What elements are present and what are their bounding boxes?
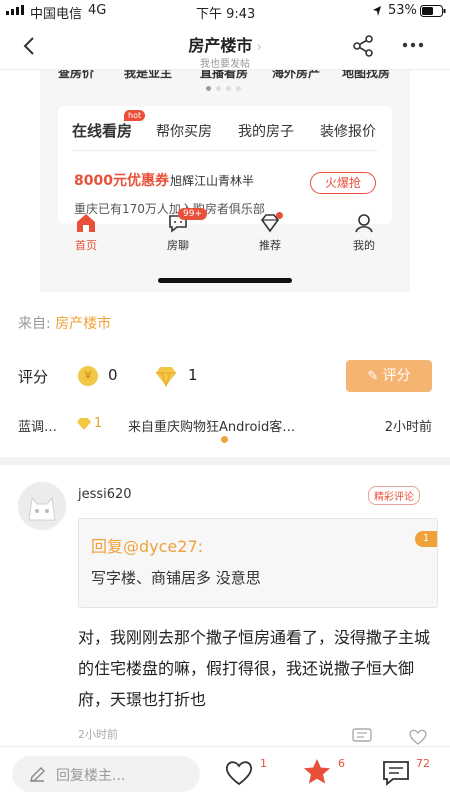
home-indicator	[158, 278, 292, 283]
profile-icon	[355, 214, 373, 233]
coupon-title: 8000元优惠券	[74, 173, 169, 189]
rating-row: 评分 ¥ 0 1 ✎ 评分	[18, 360, 432, 392]
image-tab: 装修报价	[320, 124, 376, 140]
battery-icon	[420, 5, 446, 17]
rate-button-label: 评分	[382, 368, 411, 384]
image-nav-label: 房聊	[167, 239, 189, 252]
rater-gem-count: 1	[94, 416, 103, 431]
reply-input[interactable]: 回复楼主...	[12, 756, 200, 792]
image-nav-label: 推荐	[259, 239, 281, 252]
image-nav-recommend: 推荐	[240, 212, 300, 253]
comment-body: 对，我刚刚去那个撒子恒房通看了，没得撒子主城的住宅楼盘的嘛，假打得很，我还说撒子…	[78, 628, 431, 709]
gem-count: 1	[188, 366, 198, 384]
notification-dot	[276, 212, 283, 219]
carousel-dots	[206, 86, 241, 91]
nav-bar: 房产楼市 › 我也要发帖	[0, 22, 450, 70]
reply-icon[interactable]	[352, 728, 372, 744]
coin-count: 0	[108, 366, 118, 384]
pen-icon	[30, 767, 45, 782]
rating-time: 2小时前	[384, 420, 432, 435]
home-icon	[77, 214, 95, 232]
comment-icon[interactable]	[382, 759, 410, 787]
forum-title[interactable]: 房产楼市 ›	[0, 32, 450, 56]
image-tab: 在线看房	[72, 122, 133, 140]
image-text: 直播看房	[200, 70, 249, 80]
favorite-icon[interactable]	[302, 757, 332, 787]
quote-header: 回复@dyce27:	[91, 537, 204, 556]
rating-label: 评分	[18, 368, 49, 386]
image-nav-chat: 99+ 房聊	[148, 208, 208, 253]
like-count: 1	[260, 757, 267, 770]
comment-username[interactable]: jessi620	[78, 487, 132, 502]
edit-icon: ✎	[367, 369, 379, 384]
image-nav-label: 我的	[353, 239, 375, 252]
coupon-subtitle: 旭辉江山青林半	[170, 174, 255, 188]
section-divider	[0, 457, 450, 465]
image-text: 查房价	[58, 70, 95, 80]
quote-floor-badge: 1	[415, 531, 437, 547]
avatar-icon	[18, 482, 66, 530]
image-text: 地图找房	[342, 70, 391, 80]
coupon-button: 火爆抢	[310, 172, 376, 194]
favorite-count: 6	[338, 757, 345, 770]
bottom-action-bar: 回复楼主... 1 6 72	[0, 746, 450, 800]
like-icon[interactable]	[224, 759, 254, 787]
comment-time: 2小时前	[78, 728, 118, 741]
featured-tag: 精彩评论	[368, 486, 420, 505]
chat-badge: 99+	[178, 208, 207, 220]
battery-percent: 53%	[388, 3, 417, 18]
post-new-link[interactable]: 我也要发帖	[0, 55, 450, 70]
network-type: 4G	[88, 3, 107, 18]
quoted-reply[interactable]: 回复@dyce27: 写字楼、商铺居多 没意思 1	[78, 518, 438, 608]
image-nav-home: 首页	[56, 212, 116, 253]
post-source: 来自: 房产楼市	[18, 313, 111, 333]
image-text: 海外房产	[272, 70, 321, 80]
comment-count: 72	[416, 757, 430, 770]
post-image[interactable]: 查房价 我是业主 直播看房 海外房产 地图找房 在线看房 hot 帮你买房 我的…	[40, 70, 410, 292]
post-detail-page: 中国电信 4G 下午 9:43 53% 房产楼市 › 我也要发帖 查房价 我是业…	[0, 0, 450, 800]
more-icon[interactable]	[402, 42, 424, 48]
source-forum-link[interactable]: 房产楼市	[55, 316, 111, 332]
hot-badge: hot	[124, 110, 146, 121]
rater-name[interactable]: 蓝调…	[18, 416, 57, 435]
rate-button[interactable]: ✎ 评分	[346, 360, 432, 392]
carrier-name: 中国电信	[30, 7, 83, 22]
location-icon	[373, 6, 381, 16]
image-top-row: 查房价 我是业主 直播看房 海外房产 地图找房	[40, 70, 410, 84]
image-bottom-nav: 首页 99+ 房聊 推荐 我的	[40, 208, 410, 264]
image-nav-profile: 我的	[334, 212, 394, 253]
image-tab: 我的房子	[238, 124, 294, 140]
gem-icon	[156, 367, 176, 387]
image-nav-label: 首页	[75, 239, 97, 252]
rating-source: 来自重庆购物狂Android客…	[128, 420, 296, 435]
like-comment-icon[interactable]	[408, 728, 428, 746]
status-bar: 中国电信 4G 下午 9:43 53%	[0, 0, 450, 22]
share-icon[interactable]	[352, 35, 374, 57]
coin-icon: ¥	[78, 366, 98, 386]
image-text: 我是业主	[124, 70, 173, 80]
signal-icon	[6, 5, 24, 15]
reply-placeholder: 回复楼主...	[56, 768, 126, 784]
gem-small-icon	[77, 418, 91, 430]
source-prefix: 来自:	[18, 316, 51, 332]
avatar[interactable]	[18, 482, 66, 530]
page-dot	[221, 436, 228, 443]
image-card: 在线看房 hot 帮你买房 我的房子 装修报价 8000元优惠券 旭辉江山青林半…	[58, 106, 392, 224]
image-tab: 帮你买房	[156, 124, 212, 140]
clock: 下午 9:43	[196, 7, 256, 22]
quote-text: 写字楼、商铺居多 没意思	[91, 569, 261, 587]
